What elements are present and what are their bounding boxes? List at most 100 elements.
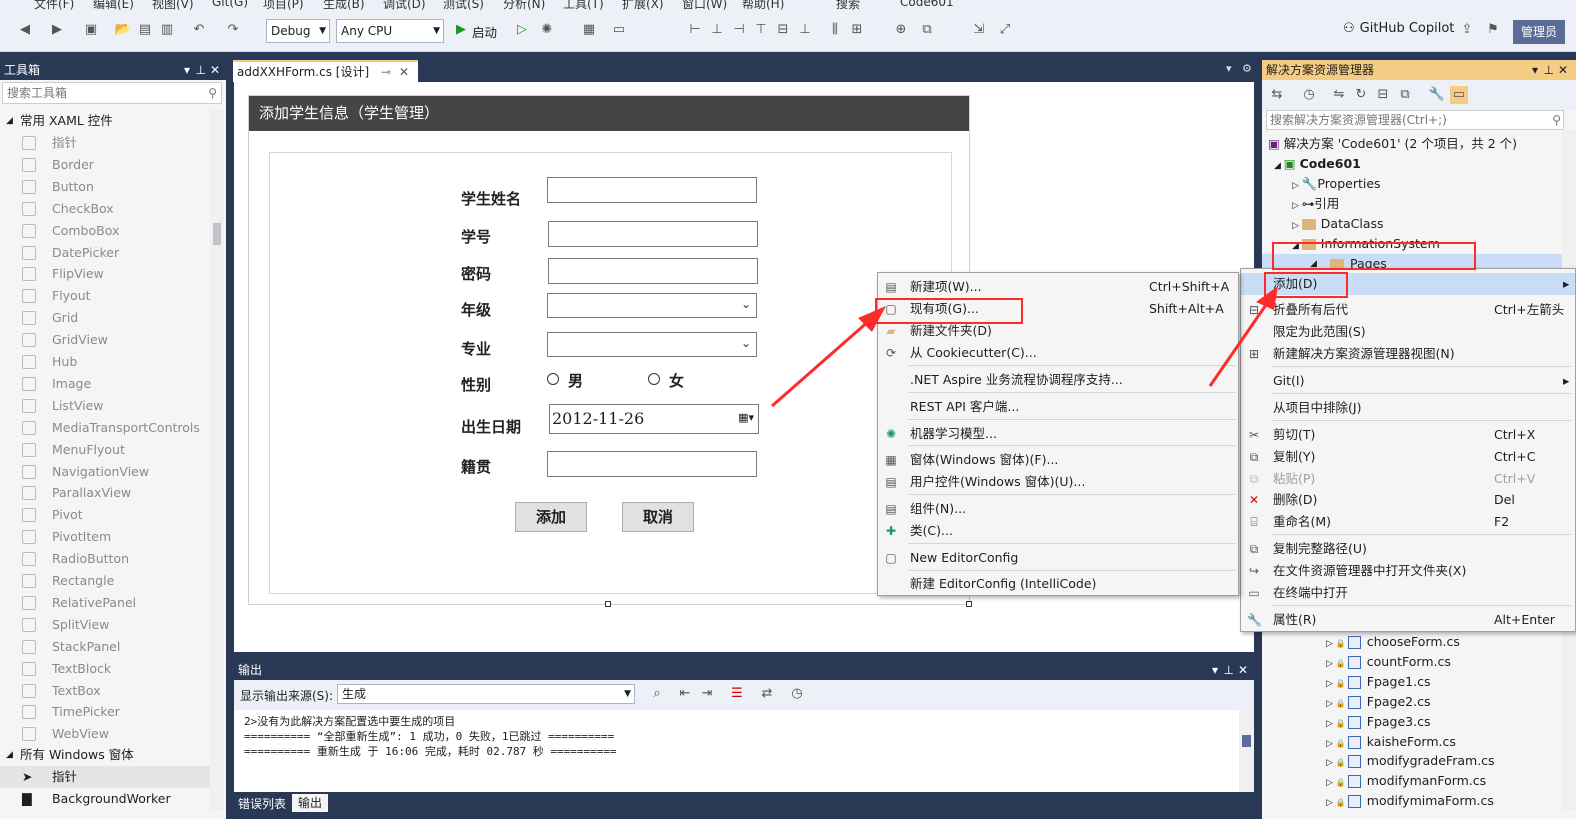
date-picker-birth[interactable]: 2012-11-26 ▦▾ [549,404,759,434]
save-icon[interactable]: ▤ [136,21,154,39]
menu-file[interactable]: 文件(F) [34,0,74,10]
tree-file[interactable]: ▷ 🔒 Fpage3.cs [1326,712,1431,732]
tree-file[interactable]: ▷ 🔒 kaisheForm.cs [1326,732,1456,752]
select-grade[interactable]: ⌄ [547,293,757,318]
submenu-item[interactable]: ▤ 组件(N)... [878,498,1238,520]
tree-file[interactable]: ▷ 🔒 modifymanForm.cs [1326,771,1486,791]
tab-dropdown-icon[interactable]: ▾ [1226,62,1232,75]
tab-output[interactable]: 输出 [292,794,329,812]
toolbox-item[interactable]: RadioButton [0,548,210,570]
toolbox-item[interactable]: WebView [0,723,210,745]
context-menu-item[interactable]: ⧉ 复制(Y) Ctrl+C [1241,446,1575,468]
spacing-icon[interactable]: ⫼ [826,21,844,39]
share-icon[interactable]: ⇪ [1458,21,1476,39]
admin-badge[interactable]: 管理员 [1513,20,1565,44]
menu-debug[interactable]: 调试(D) [383,0,426,10]
align-bottom-icon[interactable]: ⊥ [796,21,814,39]
lock-icon[interactable]: ⤢ [996,21,1014,39]
context-menu-item[interactable]: 🔧 属性(R) Alt+Enter [1241,609,1575,631]
toolbox-item[interactable]: Border [0,154,210,176]
radio-female[interactable] [648,373,660,385]
tab-design[interactable]: addXXHForm.cs [设计] ⊸ ✕ [233,60,418,82]
order-icon[interactable]: ⧉ [918,21,936,39]
toolbox-item[interactable]: MenuFlyout [0,439,210,461]
menu-test[interactable]: 测试(S) [443,0,484,10]
toolbox-group-xaml[interactable]: ◢ 常用 XAML 控件 [0,110,210,132]
tree-solution-root[interactable]: ▣ 解决方案 'Code601' (2 个项目，共 2 个) [1268,134,1517,154]
context-menu-item[interactable]: ⧉ 粘贴(P) Ctrl+V [1241,468,1575,490]
submenu-item[interactable]: ✺ 机器学习模型... [878,423,1238,445]
find-icon[interactable]: ⌕ [648,685,666,703]
sync-icon[interactable]: ⇆ [1268,86,1286,104]
toolbox-scrollbar[interactable] [210,110,224,810]
calendar-icon[interactable]: ▦▾ [738,411,754,424]
context-menu-item[interactable]: ▭ 在终端中打开 [1241,582,1575,604]
align-middle-icon[interactable]: ⊟ [774,21,792,39]
radio-male[interactable] [547,373,559,385]
input-name[interactable] [547,177,757,203]
toolbox-item[interactable]: ParallaxView [0,482,210,504]
add-button[interactable]: 添加 [515,502,587,532]
pin-icon[interactable]: ⊥ [1544,60,1554,80]
toolbox-item[interactable]: NavigationView [0,461,210,483]
start-icon[interactable]: ▶ [452,21,470,39]
context-menu-item[interactable]: ✕ 删除(D) Del [1241,489,1575,511]
hot-reload-icon[interactable]: ✺ [538,21,556,39]
toolbox-item[interactable]: Hub [0,351,210,373]
history-icon[interactable]: ◷ [1300,86,1318,104]
toolbox-item[interactable]: Pivot [0,504,210,526]
toolbox-item-pointer[interactable]: ➤ 指针 [0,766,210,788]
scrollbar-thumb[interactable] [1242,735,1251,747]
close-icon[interactable]: ✕ [210,60,220,80]
undo-icon[interactable]: ↶ [190,21,208,39]
platform-select[interactable]: Any CPU ▼ [336,19,444,43]
input-password[interactable] [548,258,758,284]
submenu-item[interactable]: ▢ New EditorConfig [878,547,1238,569]
toolbox-item[interactable]: Button [0,176,210,198]
toolbox-item[interactable]: RelativePanel [0,592,210,614]
align-center-icon[interactable]: ⊥ [708,21,726,39]
toolbox-item[interactable]: TextBlock [0,658,210,680]
properties-icon[interactable]: 🔧 [1428,86,1446,104]
solution-search-input[interactable]: 搜索解决方案资源管理器(Ctrl+;) ⚲ [1266,110,1564,130]
toolbox-item[interactable]: MediaTransportControls [0,417,210,439]
grid-icon[interactable]: ⊕ [892,21,910,39]
toolbox-item[interactable]: Flyout [0,285,210,307]
tree-file[interactable]: ▷ 🔒 modifygradeFram.cs [1326,751,1495,771]
toolbox-search-input[interactable]: 搜索工具箱 ⚲ [2,82,222,104]
preview-icon[interactable]: ▭ [1450,86,1468,104]
tree-file[interactable]: ▷ 🔒 Fpage1.cs [1326,672,1431,692]
toolbox-item[interactable]: FlipView [0,263,210,285]
toolbox-item[interactable]: Rectangle [0,570,210,592]
tree-file[interactable]: ▷ 🔒 countForm.cs [1326,652,1451,672]
next-icon[interactable]: ⇥ [698,685,716,703]
show-all-files-icon[interactable]: ⧉ [1396,86,1414,104]
config-select[interactable]: Debug ▼ [266,19,330,43]
toolbox-item[interactable]: DatePicker [0,242,210,264]
output-scrollbar[interactable] [1239,710,1254,792]
align-left-icon[interactable]: ⊢ [686,21,704,39]
output-source-select[interactable]: 生成 ▼ [337,684,635,704]
menu-project[interactable]: 项目(P) [263,0,304,10]
menu-extensions[interactable]: 扩展(X) [622,0,664,10]
prev-icon[interactable]: ⇤ [676,685,694,703]
menu-search[interactable]: 搜索 [836,0,860,10]
menu-view[interactable]: 视图(V) [152,0,194,10]
menu-build[interactable]: 生成(B) [323,0,365,10]
toolbox-item[interactable]: GridView [0,329,210,351]
forward-icon[interactable]: ▶ [48,21,66,39]
tree-file[interactable]: ▷ 🔒 modifymimaForm.cs [1326,791,1494,811]
tree-references[interactable]: ▷ ⊶引用 [1292,194,1339,214]
toolbox-item[interactable]: TimePicker [0,701,210,723]
select-major[interactable]: ⌄ [547,332,757,357]
menu-tools[interactable]: 工具(T) [563,0,604,10]
switch-icon[interactable]: ⇋ [1330,86,1348,104]
toolbox-item[interactable]: Grid [0,307,210,329]
new-project-icon[interactable]: ▣ [82,21,100,39]
resize-handle-corner[interactable] [966,601,972,607]
input-id[interactable] [548,221,758,247]
context-menu-item[interactable]: ✂ 剪切(T) Ctrl+X [1241,424,1575,446]
start-without-debug-icon[interactable]: ▷ [513,21,531,39]
save-all-icon[interactable]: ▥ [158,21,176,39]
menu-git[interactable]: Git(G) [212,0,248,9]
